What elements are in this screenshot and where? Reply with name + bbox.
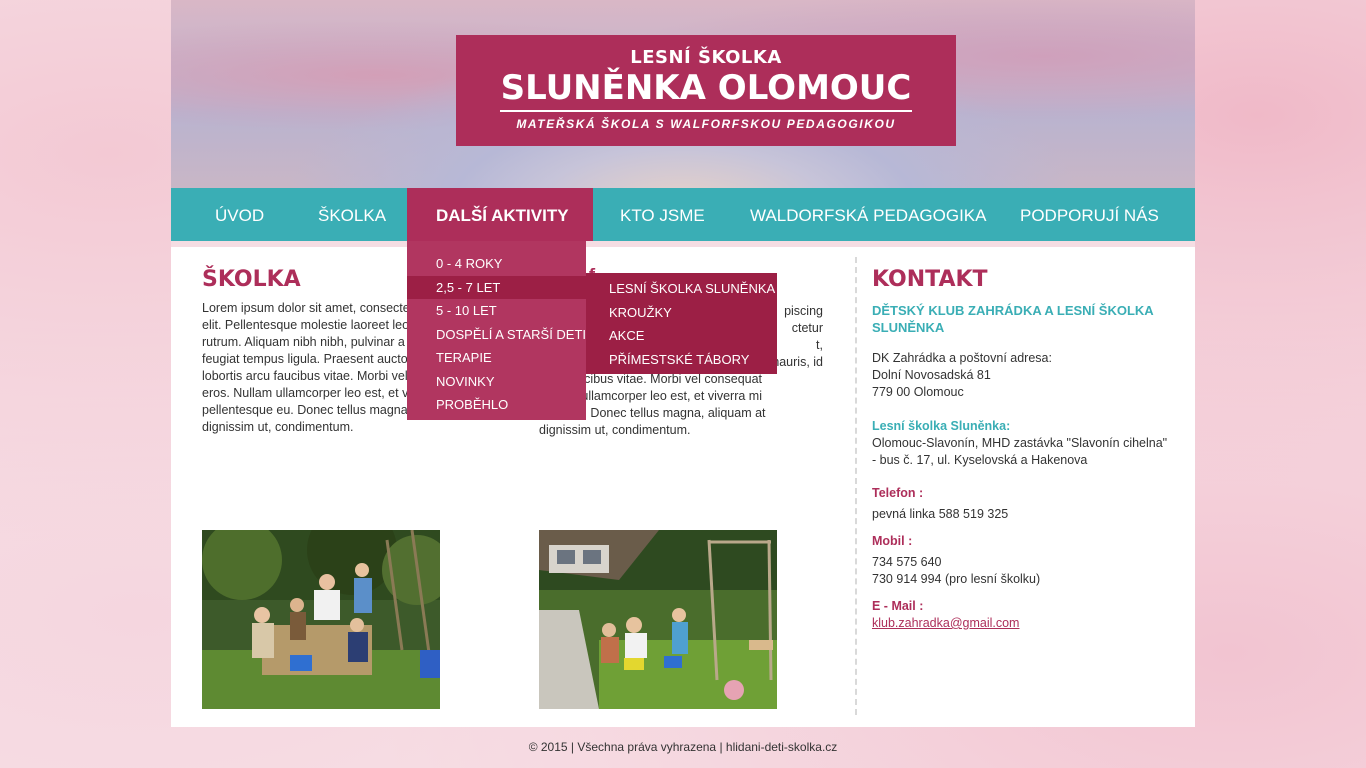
address-line: DK Zahrádka a poštovní adresa: bbox=[872, 351, 1052, 365]
logo-tagline: MATEŘSKÁ ŠKOLA S WALFORFSKOU PEDAGOGIKOU bbox=[516, 117, 896, 131]
text-line: elit. Pellentesque molestie laoreet leo bbox=[202, 318, 410, 332]
nav-item-podporuji-nas[interactable]: PODPORUJÍ NÁS bbox=[1020, 188, 1159, 241]
phone-value: pevná linka 588 519 325 bbox=[872, 507, 1009, 521]
nav-item-skolka[interactable]: ŠKOLKA bbox=[318, 188, 386, 241]
mobile-line: 734 575 640 bbox=[872, 555, 942, 569]
dropdown-item-probehlo[interactable]: PROBĚHLO bbox=[407, 393, 586, 417]
text-line: dignissim ut, condimentum. bbox=[539, 423, 691, 437]
site-logo[interactable]: LESNÍ ŠKOLKA SLUNĚNKA OLOMOUC MATEŘSKÁ Š… bbox=[456, 35, 956, 146]
submenu-item-lesni-skolka[interactable]: LESNÍ ŠKOLKA SLUNĚNKA bbox=[586, 277, 777, 301]
nav-item-waldorfska-pedagogika[interactable]: WALDORFSKÁ PEDAGOGIKA bbox=[750, 188, 986, 241]
photo-children-garden[interactable] bbox=[539, 530, 777, 709]
photo-children-sandbox[interactable] bbox=[202, 530, 440, 709]
mobile-values: 734 575 640 730 914 994 (pro lesní školk… bbox=[872, 554, 1172, 588]
nav-item-uvod[interactable]: ÚVOD bbox=[215, 188, 264, 241]
email-row: klub.zahradka@gmail.com bbox=[872, 615, 1172, 632]
logo-rule bbox=[500, 110, 912, 112]
phone-label: Telefon : bbox=[872, 486, 924, 500]
text-line: pellentesque eu. Donec tellus magna, bbox=[202, 403, 412, 417]
contact-title: KONTAKT bbox=[872, 267, 988, 292]
dropdown-item-0-4-roky[interactable]: 0 - 4 ROKY bbox=[407, 252, 586, 276]
dropdown-item-novinky[interactable]: NOVINKY bbox=[407, 370, 586, 394]
text-line: lobortis arcu faucibus vitae. Morbi vel bbox=[202, 369, 408, 383]
column-divider bbox=[855, 257, 857, 715]
footer-text: © 2015 | Všechna práva vyhrazena | hlida… bbox=[528, 740, 838, 754]
dropdown-item-dospeli[interactable]: DOSPĚLÍ A STARŠÍ DETI bbox=[407, 323, 586, 347]
address-line: - bus č. 17, ul. Kyselovská a Hakenova bbox=[872, 453, 1088, 467]
header-banner: LESNÍ ŠKOLKA SLUNĚNKA OLOMOUC MATEŘSKÁ Š… bbox=[171, 0, 1195, 188]
dropdown-item-5-10-let[interactable]: 5 - 10 LET bbox=[407, 299, 586, 323]
address-line: Dolní Novosadská 81 bbox=[872, 368, 991, 382]
contact-address: DK Zahrádka a poštovní adresa: Dolní Nov… bbox=[872, 350, 1172, 401]
dropdown-dalsi-aktivity: 0 - 4 ROKY 2,5 - 7 LET 5 - 10 LET DOSPĚL… bbox=[407, 241, 586, 420]
dropdown-item-terapie[interactable]: TERAPIE bbox=[407, 346, 586, 370]
nav-item-kto-jsme[interactable]: KTO JSME bbox=[620, 188, 705, 241]
email-link[interactable]: klub.zahradka@gmail.com bbox=[872, 616, 1019, 630]
logo-line-2: SLUNĚNKA OLOMOUC bbox=[500, 68, 912, 108]
text-line: rutrum. Aliquam nibh nibh, pulvinar a bbox=[202, 335, 405, 349]
column-skolka: ŠKOLKA Lorem ipsum dolor sit amet, conse… bbox=[202, 267, 442, 436]
address-line: Olomouc-Slavonín, MHD zastávka "Slavonín… bbox=[872, 436, 1168, 450]
mobile-label: Mobil : bbox=[872, 534, 913, 548]
mobile-line: 730 914 994 (pro lesní školku) bbox=[872, 572, 1041, 586]
address-line: 779 00 Olomouc bbox=[872, 385, 964, 399]
section-text-skolka: Lorem ipsum dolor sit amet, consectet el… bbox=[202, 300, 442, 436]
dropdown-item-2-5-7-let[interactable]: 2,5 - 7 LET bbox=[407, 275, 586, 299]
nav-item-dalsi-aktivity[interactable]: DALŠÍ AKTIVITY bbox=[407, 188, 593, 243]
contact-section: KONTAKT DĚTSKÝ KLUB ZAHRÁDKA A LESNÍ ŠKO… bbox=[872, 267, 1172, 632]
contact-subtitle: DĚTSKÝ KLUB ZAHRÁDKA A LESNÍ ŠKOLKA SLUN… bbox=[872, 303, 1154, 335]
photo-image bbox=[539, 530, 777, 709]
section-title-skolka: ŠKOLKA bbox=[202, 267, 301, 292]
text-line: Lorem ipsum dolor sit amet, consectet bbox=[202, 301, 414, 315]
logo-line-1: LESNÍ ŠKOLKA bbox=[630, 47, 782, 68]
photo-image bbox=[202, 530, 440, 709]
text-line: eros. Nullam ullamcorper leo est, et viv bbox=[202, 386, 418, 400]
main-nav: ÚVOD ŠKOLKA DALŠÍ AKTIVITY KTO JSME WALD… bbox=[171, 188, 1195, 243]
text-line: dignissim ut, condimentum. bbox=[202, 420, 354, 434]
submenu-item-krouzky[interactable]: KROUŽKY bbox=[586, 301, 777, 325]
text-line: feugiat tempus ligula. Praesent auctor bbox=[202, 352, 412, 366]
submenu-item-primestske-tabory[interactable]: PŘÍMESTSKÉ TÁBORY bbox=[586, 348, 777, 372]
email-label: E - Mail : bbox=[872, 599, 924, 613]
lesni-skolka-label: Lesní školka Sluněnka: bbox=[872, 419, 1011, 433]
page-wrapper: LESNÍ ŠKOLKA SLUNĚNKA OLOMOUC MATEŘSKÁ Š… bbox=[171, 0, 1195, 768]
submenu-item-akce[interactable]: AKCE bbox=[586, 324, 777, 348]
lesni-skolka-address: Olomouc-Slavonín, MHD zastávka "Slavonín… bbox=[872, 435, 1172, 469]
submenu-2-5-7-let: LESNÍ ŠKOLKA SLUNĚNKA KROUŽKY AKCE PŘÍME… bbox=[586, 273, 777, 374]
